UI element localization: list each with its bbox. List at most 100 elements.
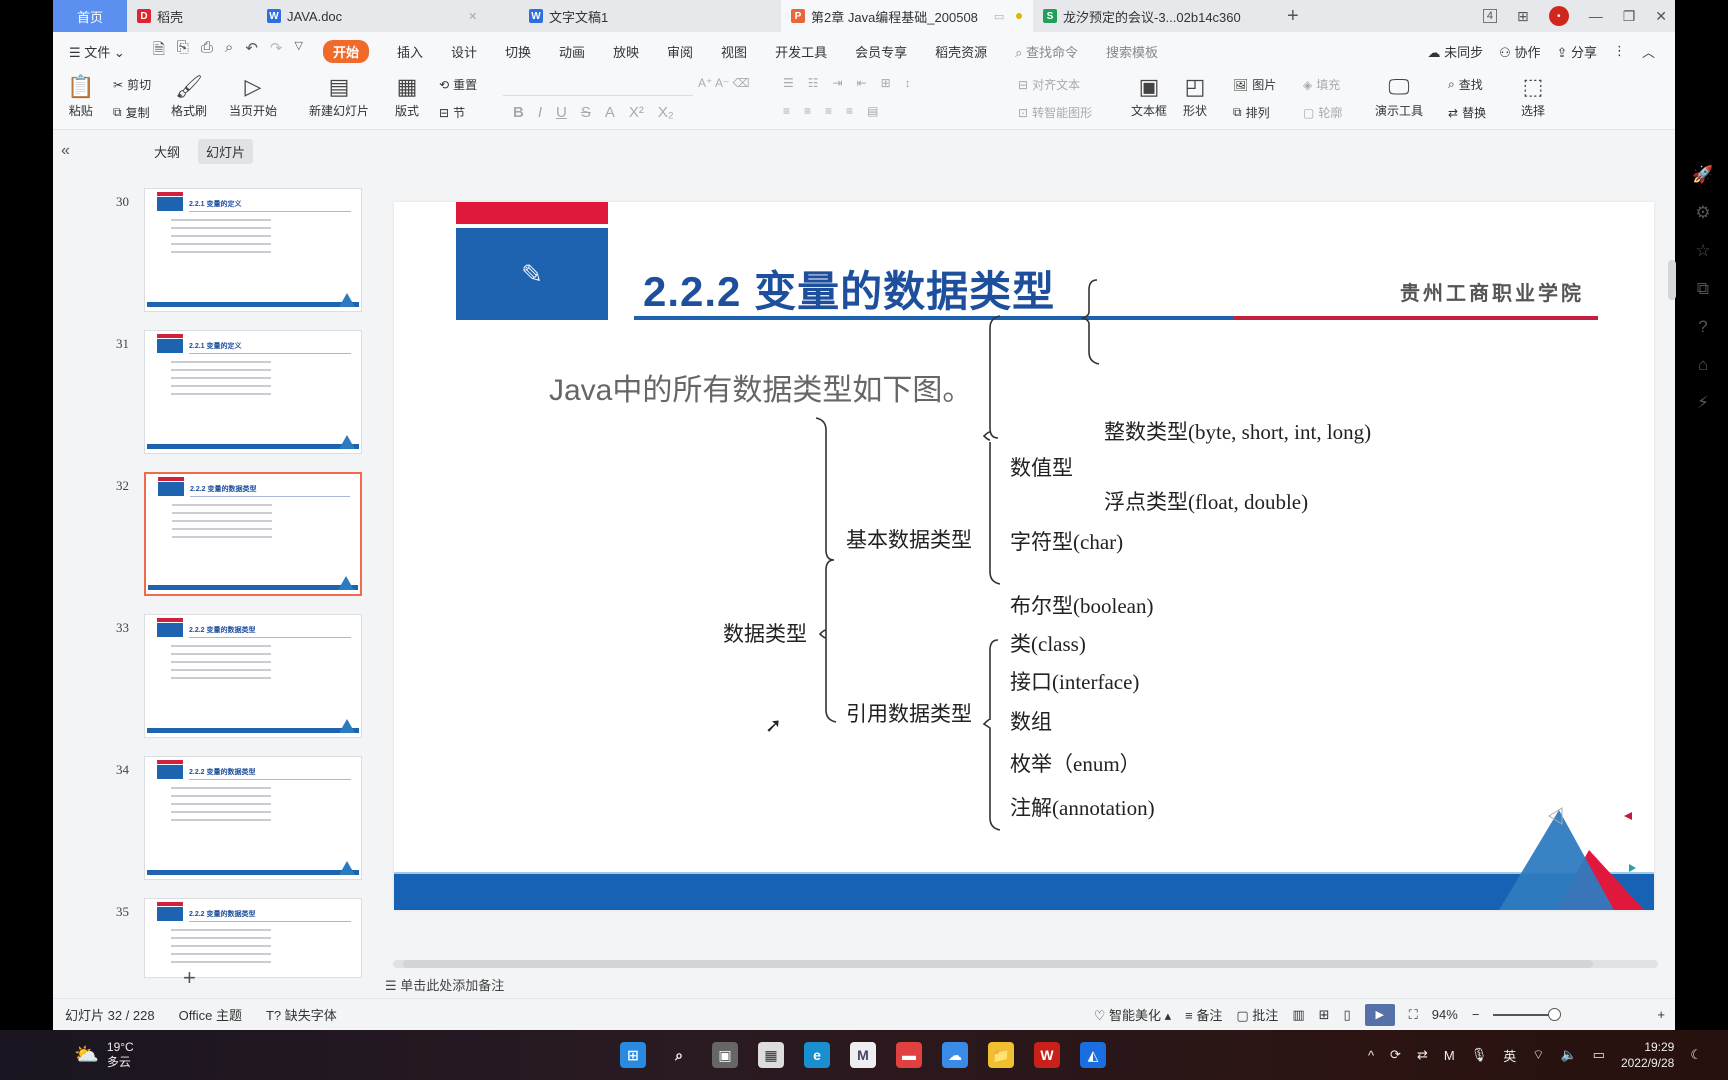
font-name-select[interactable] xyxy=(503,74,693,96)
close-window-button[interactable]: ✕ xyxy=(1655,8,1667,25)
notes-button[interactable]: ≡ 备注 xyxy=(1185,1005,1222,1024)
ime-indicator[interactable]: 英 xyxy=(1503,1046,1516,1065)
sorter-view-icon[interactable]: ⊞ xyxy=(1319,1007,1330,1023)
cloud-app-icon[interactable]: ☁ xyxy=(942,1042,968,1068)
menu-tab-animation[interactable]: 动画 xyxy=(559,42,585,61)
fit-window-icon[interactable]: ⛶ xyxy=(1409,1007,1418,1023)
start-from-current-button[interactable]: ▷ 当页开始 xyxy=(229,74,277,119)
outline-button[interactable]: ▢ 轮廓 xyxy=(1303,104,1342,121)
bullets-icon[interactable]: ☰ xyxy=(783,76,794,90)
missing-font-button[interactable]: T? 缺失字体 xyxy=(266,1005,337,1024)
menu-tab-member[interactable]: 会员专享 xyxy=(855,42,907,61)
mail-app-icon[interactable]: M xyxy=(850,1042,876,1068)
new-slide-button[interactable]: ▤ 新建幻灯片 xyxy=(309,74,369,119)
normal-view-icon[interactable]: ▥ xyxy=(1292,1007,1304,1023)
tab-home[interactable]: 首页 xyxy=(53,0,127,32)
volume-icon[interactable]: 🔈 xyxy=(1560,1047,1576,1063)
layout-button[interactable]: ▦ 版式 xyxy=(395,74,419,119)
reading-view-icon[interactable]: ▯ xyxy=(1344,1007,1351,1023)
menu-tab-review[interactable]: 审阅 xyxy=(667,42,693,61)
share-button[interactable]: ⇪ 分享 xyxy=(1556,42,1597,61)
network-tray-icon[interactable]: ⇄ xyxy=(1417,1047,1428,1063)
tab-daoke[interactable]: D 稻壳 xyxy=(127,0,257,32)
add-slide-button[interactable]: + xyxy=(183,965,196,991)
restore-button[interactable]: ❐ xyxy=(1623,8,1636,25)
menu-tab-design[interactable]: 设计 xyxy=(451,42,477,61)
slide-thumbnail[interactable]: 2.2.2 变量的数据类型 xyxy=(144,472,362,596)
wps-app-icon[interactable]: W xyxy=(1034,1042,1060,1068)
search-template-link[interactable]: 搜索模板 xyxy=(1106,42,1158,61)
indent-icon[interactable]: ⇥ xyxy=(833,76,843,90)
wifi-icon[interactable]: ⌔ xyxy=(1532,1047,1544,1063)
battery-icon[interactable]: ▭ xyxy=(1593,1047,1605,1063)
star-icon[interactable]: ☆ xyxy=(1695,241,1710,261)
align-text-button[interactable]: ⊟ 对齐文本 xyxy=(1018,76,1080,93)
textbox-button[interactable]: ▣ 文本框 xyxy=(1131,74,1167,119)
underline-button[interactable]: U xyxy=(556,104,567,121)
section-button[interactable]: ⊟ 节 xyxy=(439,104,465,121)
slide-thumbnail[interactable]: 2.2.2 变量的数据类型 xyxy=(144,614,362,738)
text-direction-icon[interactable]: ⊞ xyxy=(881,76,891,90)
menu-tab-view[interactable]: 视图 xyxy=(721,42,747,61)
new-tab-button[interactable]: + xyxy=(1287,5,1299,28)
lightning-icon[interactable]: ⚡ xyxy=(1697,393,1709,413)
file-explorer-icon[interactable]: 📁 xyxy=(988,1042,1014,1068)
menu-tab-slideshow[interactable]: 放映 xyxy=(613,42,639,61)
sync-status[interactable]: ☁ 未同步 xyxy=(1428,42,1484,61)
slide-thumbnail[interactable]: 2.2.1 变量的定义 xyxy=(144,188,362,312)
find-button[interactable]: ⌕ 查找 xyxy=(1448,76,1483,93)
store-icon[interactable]: ⌂ xyxy=(1698,355,1708,375)
select-button[interactable]: ⬚ 选择 xyxy=(1521,74,1545,119)
collapse-panel-icon[interactable]: « xyxy=(61,142,101,160)
presentation-tools-button[interactable]: 🖵 演示工具 xyxy=(1375,74,1423,119)
zoom-out-button[interactable]: − xyxy=(1472,1007,1480,1022)
edge-browser-icon[interactable]: e xyxy=(804,1042,830,1068)
red-app-icon[interactable]: ▬ xyxy=(896,1042,922,1068)
avatar[interactable]: • xyxy=(1548,6,1569,26)
comments-button[interactable]: ▢ 批注 xyxy=(1236,1005,1278,1024)
print-icon[interactable]: ⎙ xyxy=(201,39,213,64)
menu-tab-transition[interactable]: 切换 xyxy=(505,42,531,61)
outdent-icon[interactable]: ⇤ xyxy=(857,76,867,90)
align-center-icon[interactable]: ≡ xyxy=(804,104,811,118)
arrange-button[interactable]: ⧉ 排列 xyxy=(1233,104,1270,121)
zoom-slider[interactable] xyxy=(1493,1007,1562,1021)
collaborate-button[interactable]: ⚇ 协作 xyxy=(1499,42,1540,61)
horizontal-scrollbar[interactable] xyxy=(393,960,1658,968)
search-icon[interactable]: ⌕ xyxy=(666,1042,692,1068)
sync-tray-icon[interactable]: ⟳ xyxy=(1390,1047,1401,1063)
weather-widget[interactable]: ⛅ 19°C 多云 xyxy=(74,1040,134,1070)
format-painter-button[interactable]: 🖌 格式刷 xyxy=(171,74,207,119)
slide-thumbnail[interactable]: 2.2.1 变量的定义 xyxy=(144,330,362,454)
slideshow-icon[interactable]: ⧉ xyxy=(1697,279,1709,299)
help-icon[interactable]: ? xyxy=(1698,317,1707,337)
zoom-in-button[interactable]: + xyxy=(1657,1007,1665,1022)
slide-thumbnail[interactable]: 2.2.2 变量的数据类型 xyxy=(144,756,362,880)
save-icon[interactable]: 🗎 xyxy=(153,39,165,64)
minimize-button[interactable]: — xyxy=(1589,8,1603,24)
font-color-button[interactable]: A xyxy=(605,104,615,121)
start-menu-icon[interactable]: ⊞ xyxy=(620,1042,646,1068)
tab-java-ppt[interactable]: P 第2章 Java编程基础_200508 ▭ xyxy=(781,0,1033,32)
store-app-icon[interactable]: ▦ xyxy=(758,1042,784,1068)
print-preview-icon[interactable]: ⌕ xyxy=(225,39,233,64)
menu-tab-developer[interactable]: 开发工具 xyxy=(775,42,827,61)
bold-button[interactable]: B xyxy=(513,104,524,121)
cut-button[interactable]: ✂ 剪切 xyxy=(113,76,151,93)
tab-count-badge[interactable]: 4 xyxy=(1482,9,1497,23)
strikethrough-button[interactable]: S xyxy=(581,104,591,121)
file-menu[interactable]: ☰ 文件 ⌄ xyxy=(69,42,125,61)
play-slideshow-button[interactable]: ▶ xyxy=(1364,1003,1395,1026)
superscript-button[interactable]: X² xyxy=(629,104,644,121)
shape-button[interactable]: ◰ 形状 xyxy=(1183,74,1207,119)
tab-meeting-sheet[interactable]: S 龙汐预定的会议-3...02b14c360 xyxy=(1033,0,1273,32)
collapse-ribbon-icon[interactable]: ︿ xyxy=(1642,42,1655,61)
align-right-icon[interactable]: ≡ xyxy=(825,104,832,118)
slides-tab[interactable]: 幻灯片 xyxy=(198,138,254,164)
font-size-buttons[interactable]: A⁺ A⁻ ⌫ xyxy=(698,76,750,90)
meeting-app-icon[interactable]: ◭ xyxy=(1080,1042,1106,1068)
menu-tab-insert[interactable]: 插入 xyxy=(397,42,423,61)
search-command-input[interactable]: ⌕ 查找命令 xyxy=(1015,42,1078,61)
notes-placeholder[interactable]: ☰ 单击此处添加备注 xyxy=(385,975,504,994)
microphone-icon[interactable]: 🎙 xyxy=(1471,1047,1488,1063)
